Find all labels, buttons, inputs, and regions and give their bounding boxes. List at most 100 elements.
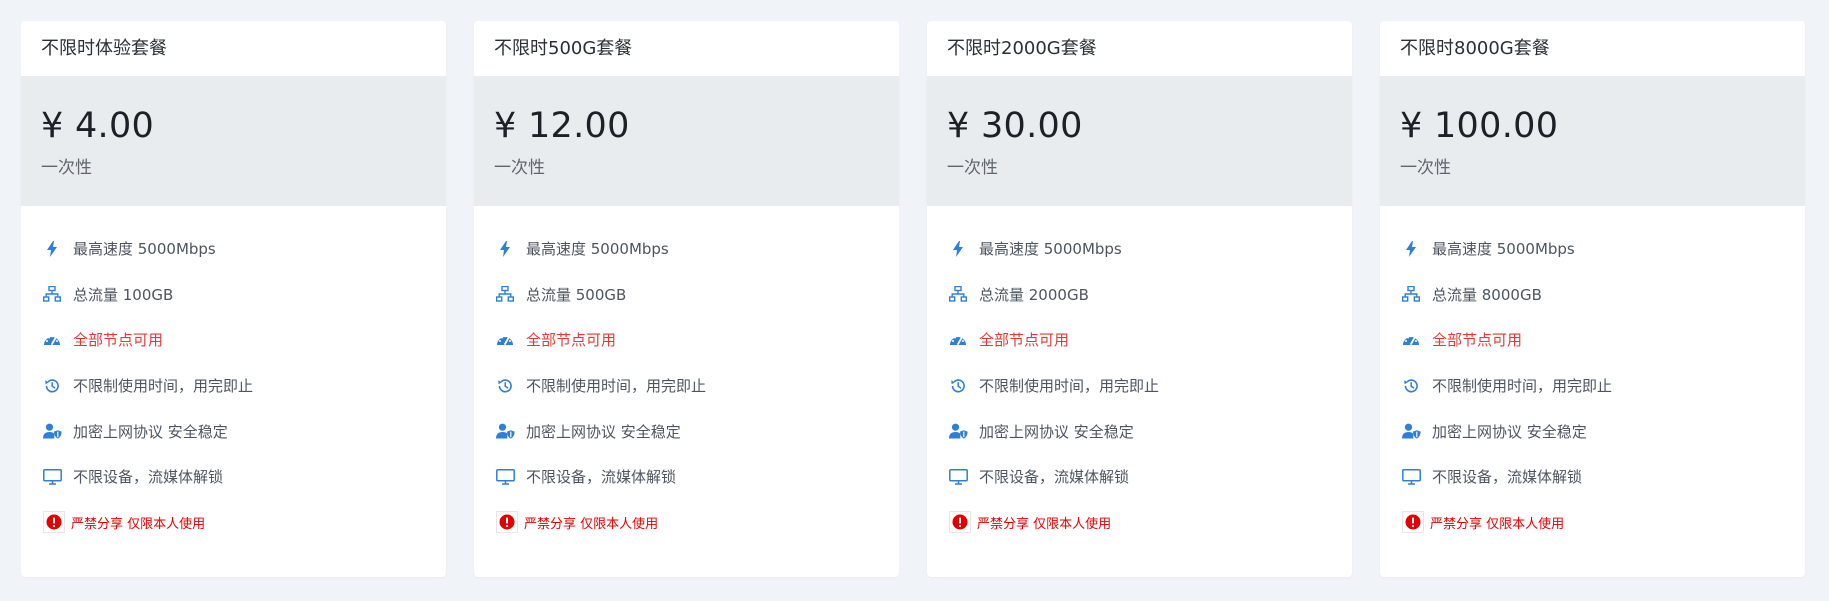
exclamation-circle-icon	[494, 509, 520, 535]
plan-period: 一次性	[494, 158, 545, 178]
feature-security: 加密上网协议 安全稳定	[947, 408, 1332, 454]
feature-label: 全部节点可用	[1432, 331, 1523, 350]
plan-card[interactable]: 不限时体验套餐 ¥ 4.00 一次性 最高速度 5000Mbps 总流量 100…	[21, 21, 446, 577]
feature-label: 总流量 8000GB	[1432, 285, 1542, 304]
plan-price: ¥ 4.00	[41, 106, 155, 146]
feature-label: 最高速度 5000Mbps	[1432, 240, 1575, 259]
warning-label: 严禁分享 仅限本人使用	[977, 516, 1112, 532]
plan-period: 一次性	[947, 158, 998, 178]
feature-label: 加密上网协议 安全稳定	[526, 422, 681, 441]
plan-card[interactable]: 不限时8000G套餐 ¥ 100.00 一次性 最高速度 5000Mbps 总流…	[1380, 21, 1805, 577]
user-shield-icon	[1400, 422, 1422, 440]
warning-note: 严禁分享 仅限本人使用	[494, 500, 879, 545]
plan-price: ¥ 30.00	[947, 106, 1083, 146]
feature-devices: 不限设备，流媒体解锁	[494, 454, 879, 500]
feature-nodes: 全部节点可用	[494, 317, 879, 363]
feature-label: 全部节点可用	[73, 331, 164, 350]
feature-label: 加密上网协议 安全稳定	[73, 422, 228, 441]
price-block: ¥ 12.00 一次性	[474, 76, 899, 206]
price-block: ¥ 100.00 一次性	[1380, 76, 1805, 206]
speedometer-icon	[947, 331, 969, 349]
feature-speed: 最高速度 5000Mbps	[41, 226, 426, 272]
feature-list: 最高速度 5000Mbps 总流量 2000GB 全部节点可用 不限制使用时间，…	[927, 206, 1352, 545]
warning-label: 严禁分享 仅限本人使用	[71, 516, 206, 532]
history-icon	[947, 377, 969, 395]
plan-price: ¥ 100.00	[1400, 106, 1559, 146]
feature-traffic: 总流量 8000GB	[1400, 272, 1785, 318]
feature-speed: 最高速度 5000Mbps	[494, 226, 879, 272]
feature-label: 不限制使用时间，用完即止	[73, 377, 254, 396]
history-icon	[41, 377, 63, 395]
plan-list: 不限时体验套餐 ¥ 4.00 一次性 最高速度 5000Mbps 总流量 100…	[21, 21, 1805, 577]
feature-security: 加密上网协议 安全稳定	[41, 408, 426, 454]
plan-card[interactable]: 不限时500G套餐 ¥ 12.00 一次性 最高速度 5000Mbps 总流量 …	[474, 21, 899, 577]
feature-label: 不限制使用时间，用完即止	[526, 377, 707, 396]
network-icon	[947, 285, 969, 303]
bolt-icon	[947, 240, 969, 258]
speedometer-icon	[494, 331, 516, 349]
feature-speed: 最高速度 5000Mbps	[1400, 226, 1785, 272]
price-block: ¥ 30.00 一次性	[927, 76, 1352, 206]
exclamation-circle-icon	[947, 509, 973, 535]
user-shield-icon	[947, 422, 969, 440]
feature-label: 总流量 100GB	[73, 285, 174, 304]
plan-card[interactable]: 不限时2000G套餐 ¥ 30.00 一次性 最高速度 5000Mbps 总流量…	[927, 21, 1352, 577]
feature-label: 最高速度 5000Mbps	[979, 240, 1122, 259]
network-icon	[1400, 285, 1422, 303]
feature-list: 最高速度 5000Mbps 总流量 500GB 全部节点可用 不限制使用时间，用…	[474, 206, 899, 545]
user-shield-icon	[41, 422, 63, 440]
network-icon	[494, 285, 516, 303]
feature-label: 最高速度 5000Mbps	[526, 240, 669, 259]
feature-label: 全部节点可用	[526, 331, 617, 350]
feature-security: 加密上网协议 安全稳定	[1400, 408, 1785, 454]
plan-price: ¥ 12.00	[494, 106, 630, 146]
price-block: ¥ 4.00 一次性	[21, 76, 446, 206]
speedometer-icon	[41, 331, 63, 349]
feature-label: 不限设备，流媒体解锁	[1432, 468, 1583, 487]
feature-label: 不限设备，流媒体解锁	[979, 468, 1130, 487]
plan-title: 不限时500G套餐	[494, 38, 633, 59]
bolt-icon	[1400, 240, 1422, 258]
warning-note: 严禁分享 仅限本人使用	[41, 500, 426, 545]
monitor-icon	[947, 468, 969, 486]
monitor-icon	[41, 468, 63, 486]
plan-period: 一次性	[1400, 158, 1451, 178]
feature-list: 最高速度 5000Mbps 总流量 8000GB 全部节点可用 不限制使用时间，…	[1380, 206, 1805, 545]
feature-label: 不限设备，流媒体解锁	[73, 468, 224, 487]
feature-label: 加密上网协议 安全稳定	[979, 422, 1134, 441]
plan-period: 一次性	[41, 158, 92, 178]
history-icon	[494, 377, 516, 395]
feature-speed: 最高速度 5000Mbps	[947, 226, 1332, 272]
warning-note: 严禁分享 仅限本人使用	[947, 500, 1332, 545]
feature-label: 最高速度 5000Mbps	[73, 240, 216, 259]
feature-traffic: 总流量 100GB	[41, 272, 426, 318]
speedometer-icon	[1400, 331, 1422, 349]
feature-devices: 不限设备，流媒体解锁	[41, 454, 426, 500]
bolt-icon	[41, 240, 63, 258]
plan-title: 不限时8000G套餐	[1400, 38, 1550, 59]
monitor-icon	[1400, 468, 1422, 486]
exclamation-circle-icon	[1400, 509, 1426, 535]
feature-label: 不限设备，流媒体解锁	[526, 468, 677, 487]
feature-devices: 不限设备，流媒体解锁	[947, 454, 1332, 500]
feature-traffic: 总流量 2000GB	[947, 272, 1332, 318]
bolt-icon	[494, 240, 516, 258]
feature-time: 不限制使用时间，用完即止	[494, 363, 879, 409]
feature-devices: 不限设备，流媒体解锁	[1400, 454, 1785, 500]
feature-label: 不限制使用时间，用完即止	[1432, 377, 1613, 396]
plan-title: 不限时2000G套餐	[947, 38, 1097, 59]
feature-time: 不限制使用时间，用完即止	[41, 363, 426, 409]
feature-label: 总流量 500GB	[526, 285, 627, 304]
feature-label: 全部节点可用	[979, 331, 1070, 350]
history-icon	[1400, 377, 1422, 395]
plan-title: 不限时体验套餐	[41, 38, 167, 59]
feature-label: 总流量 2000GB	[979, 285, 1089, 304]
monitor-icon	[494, 468, 516, 486]
feature-nodes: 全部节点可用	[947, 317, 1332, 363]
feature-list: 最高速度 5000Mbps 总流量 100GB 全部节点可用 不限制使用时间，用…	[21, 206, 446, 545]
warning-note: 严禁分享 仅限本人使用	[1400, 500, 1785, 545]
user-shield-icon	[494, 422, 516, 440]
feature-nodes: 全部节点可用	[41, 317, 426, 363]
feature-nodes: 全部节点可用	[1400, 317, 1785, 363]
feature-security: 加密上网协议 安全稳定	[494, 408, 879, 454]
